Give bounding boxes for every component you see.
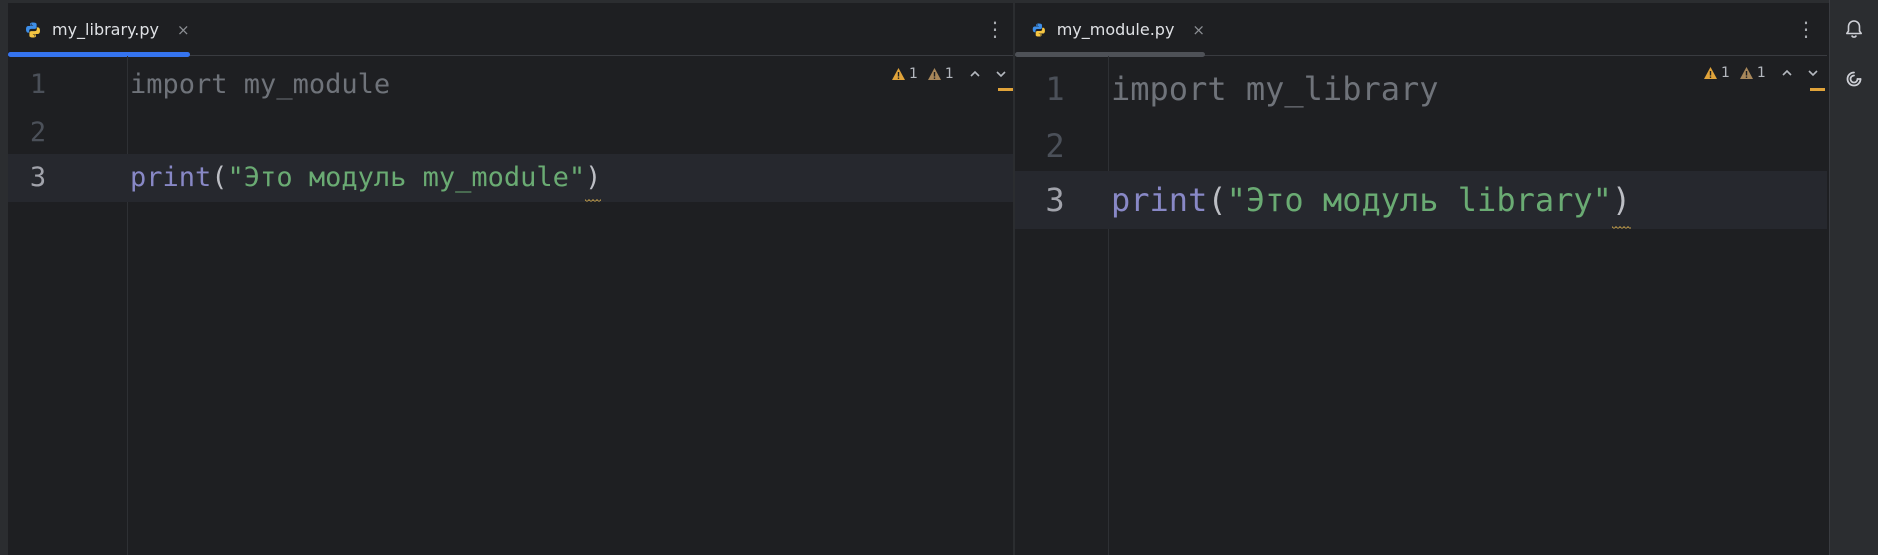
- notifications-bell-icon[interactable]: [1843, 18, 1865, 40]
- weak-warning-icon: [927, 68, 941, 80]
- code-line-3-current[interactable]: 3 print("Это модуль my_module"): [8, 154, 1013, 202]
- code-text: import my_library: [1111, 60, 1439, 118]
- module-name: my_library: [1226, 70, 1439, 108]
- code-text: print("Это модуль library"): [1111, 171, 1632, 229]
- inactive-tab-indicator: [1015, 52, 1205, 57]
- inspection-widget[interactable]: 1 1: [891, 64, 1013, 84]
- editor-tabbar: my_module.py × ⋮: [1015, 3, 1827, 57]
- code-line-1[interactable]: 1 import my_module: [8, 61, 1013, 109]
- line-number: 1: [29, 69, 47, 100]
- string-literal: "Это модуль library": [1226, 181, 1612, 219]
- ide-window: my_library.py × ⋮ 1 import my_module 2 3…: [0, 0, 1878, 555]
- code-line-3-current[interactable]: 3 print("Это модуль library"): [1015, 171, 1827, 229]
- chevron-up-icon[interactable]: [1781, 67, 1793, 79]
- editor-pane-left: my_library.py × ⋮ 1 import my_module 2 3…: [8, 3, 1013, 555]
- close-paren-warning[interactable]: ): [1611, 171, 1632, 229]
- close-tab-icon[interactable]: ×: [1192, 21, 1205, 39]
- warning-count: 1: [909, 66, 918, 82]
- module-name: my_module: [227, 69, 391, 100]
- error-stripe-marker[interactable]: [998, 88, 1013, 91]
- ai-assistant-spiral-icon[interactable]: [1843, 68, 1865, 90]
- editor-pane-right: my_module.py × ⋮ 1 import my_library 2 3…: [1015, 3, 1827, 555]
- chevron-up-icon[interactable]: [969, 68, 981, 80]
- weak-warning-counter[interactable]: 1: [927, 66, 954, 82]
- line-number: 1: [1045, 70, 1065, 108]
- weak-warning-counter[interactable]: 1: [1739, 65, 1766, 81]
- line-number: 3: [29, 162, 47, 193]
- weak-warning-count: 1: [944, 66, 954, 82]
- code-text: print("Это модуль my_module"): [130, 154, 602, 202]
- right-tool-window-bar: [1829, 0, 1878, 555]
- tab-my-library[interactable]: my_library.py ×: [8, 3, 190, 57]
- close-tab-icon[interactable]: ×: [177, 21, 190, 39]
- builtin-print: print: [1111, 181, 1208, 219]
- line-number: 3: [1045, 181, 1065, 219]
- keyword-import: import: [130, 69, 228, 100]
- error-stripe-marker[interactable]: [1810, 88, 1825, 91]
- tab-my-module[interactable]: my_module.py ×: [1015, 3, 1205, 57]
- warning-count: 1: [1721, 65, 1730, 81]
- active-tab-indicator: [8, 52, 190, 57]
- weak-warning-icon: [1739, 67, 1753, 79]
- python-file-icon: [26, 22, 40, 37]
- chevron-down-icon[interactable]: [1807, 67, 1819, 79]
- code-text: import my_module: [130, 61, 390, 109]
- inspection-widget[interactable]: 1 1: [1703, 63, 1827, 83]
- open-paren: (: [211, 162, 228, 193]
- line-number: 2: [1045, 127, 1065, 165]
- more-options-icon[interactable]: ⋮: [985, 17, 1005, 41]
- weak-warning-count: 1: [1756, 65, 1766, 81]
- warning-counter[interactable]: 1: [1703, 65, 1730, 81]
- code-line-2[interactable]: 2: [8, 109, 1013, 157]
- editor-tabbar: my_library.py × ⋮: [8, 3, 1013, 57]
- line-number: 2: [29, 117, 47, 148]
- close-paren-warning[interactable]: ): [585, 154, 602, 202]
- open-paren: (: [1207, 181, 1227, 219]
- python-file-icon: [1032, 22, 1045, 37]
- warning-icon: [1704, 67, 1717, 79]
- left-tool-strip: [0, 0, 8, 555]
- warning-icon: [892, 68, 905, 80]
- keyword-import: import: [1111, 70, 1227, 108]
- tab-label: my_library.py: [52, 20, 159, 39]
- builtin-print: print: [130, 162, 212, 193]
- tab-label: my_module.py: [1056, 20, 1175, 39]
- more-options-icon[interactable]: ⋮: [1796, 17, 1816, 41]
- code-line-2[interactable]: 2: [1015, 117, 1827, 175]
- string-literal: "Это модуль my_module": [227, 162, 586, 193]
- warning-counter[interactable]: 1: [891, 66, 918, 82]
- chevron-down-icon[interactable]: [995, 68, 1007, 80]
